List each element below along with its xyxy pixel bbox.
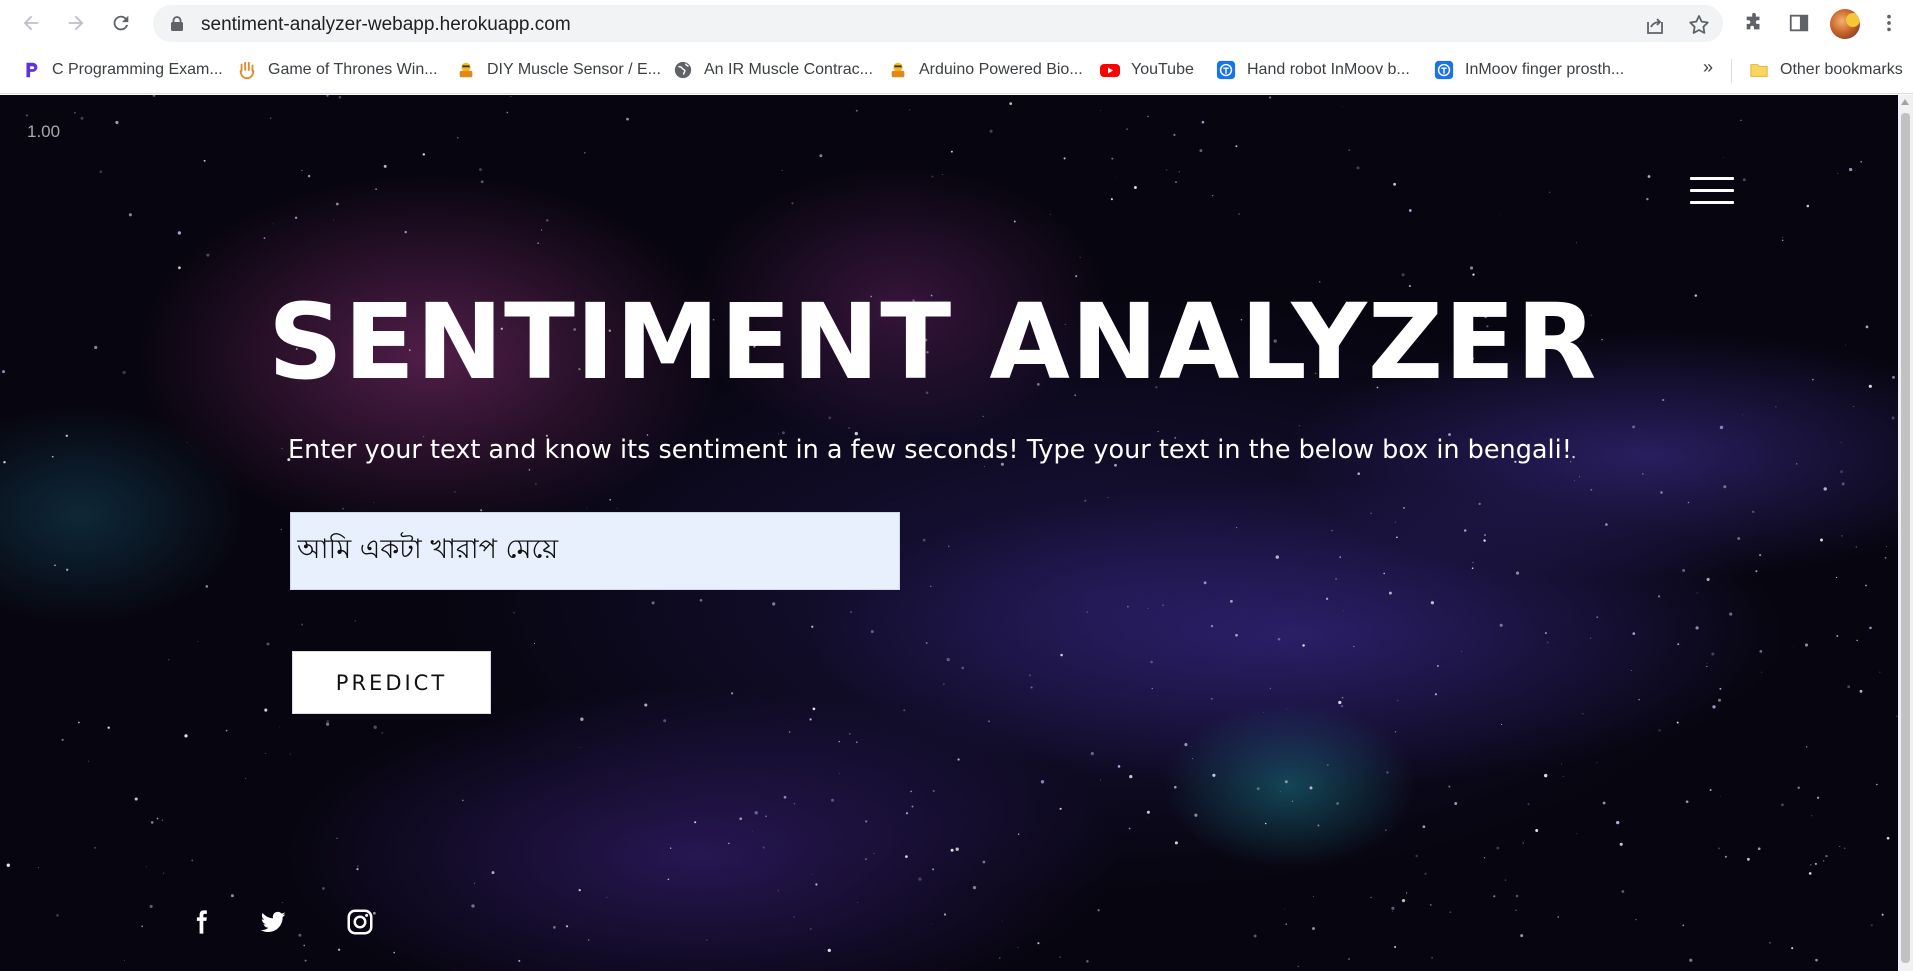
bookmark-item[interactable]: An IR Muscle Contrac... [672,57,873,83]
page-title: SENTIMENT ANALYZER [268,281,1598,403]
forward-button[interactable] [61,8,91,38]
sentiment-text-input[interactable] [290,512,900,590]
reload-button[interactable] [106,8,136,38]
scroll-up-icon[interactable] [1901,99,1909,105]
youtube-icon [1099,59,1121,81]
address-bar[interactable]: sentiment-analyzer-webapp.herokuapp.com [153,5,1723,42]
folder-icon [1748,59,1770,81]
bookmark-label: C Programming Exam... [52,61,223,78]
inmoov-icon [1215,59,1237,81]
side-panel-button[interactable] [1786,10,1812,36]
more-vertical-icon [1887,14,1891,32]
bookmark-item[interactable]: C Programming Exam... [20,57,223,83]
browser-toolbar: sentiment-analyzer-webapp.herokuapp.com [0,0,1913,47]
globe-icon [672,59,694,81]
hand-icon [236,59,258,81]
back-arrow-icon [23,15,39,31]
other-bookmarks-label: Other bookmarks [1780,61,1903,78]
bookmark-item[interactable]: YouTube [1099,57,1194,83]
profile-avatar[interactable] [1830,9,1860,39]
url-text: sentiment-analyzer-webapp.herokuapp.com [201,14,571,35]
bookmark-item[interactable]: Game of Thrones Win... [236,57,438,83]
bookmark-label: Arduino Powered Bio... [919,61,1083,78]
back-button[interactable] [16,8,46,38]
forward-arrow-icon [68,15,84,31]
bookmark-item[interactable]: Arduino Powered Bio... [887,57,1083,83]
twitter-icon[interactable] [256,905,290,939]
bookmark-item[interactable]: InMoov finger prosth... [1433,57,1624,83]
starfield-background [2,95,1898,968]
other-bookmarks[interactable]: Other bookmarks [1748,57,1903,83]
bookmark-label: Hand robot InMoov b... [1247,61,1410,78]
extensions-button[interactable] [1741,10,1767,36]
scrollbar-thumb[interactable] [1901,113,1910,963]
page-hero: 1.00 SENTIMENT ANALYZER Enter your text … [0,95,1898,971]
bookmark-label: InMoov finger prosth... [1465,61,1625,78]
instructables-icon [887,59,909,81]
inmoov-icon [1433,59,1455,81]
instagram-icon[interactable] [343,905,377,939]
hamburger-menu-icon[interactable] [1690,177,1734,209]
bookmark-item[interactable]: DIY Muscle Sensor / E... [455,57,661,83]
predict-button[interactable]: PREDICT [292,651,491,714]
instructables-icon [455,59,477,81]
bookmark-label: DIY Muscle Sensor / E... [487,61,661,78]
bookmark-label: Game of Thrones Win... [268,61,438,78]
bookmarks-separator [1731,59,1732,83]
bookmarks-bar: C Programming Exam... Game of Thrones Wi… [0,47,1913,94]
facebook-icon[interactable] [184,905,218,939]
side-panel-icon [1789,14,1809,32]
puzzle-icon [1746,12,1760,30]
page-subtitle: Enter your text and know its sentiment i… [288,435,1572,465]
lock-icon [171,16,183,31]
bookmarks-overflow-button[interactable]: » [1703,57,1713,78]
bookmark-item[interactable]: Hand robot InMoov b... [1215,57,1410,83]
programiz-icon [20,59,42,81]
version-label: 1.00 [27,122,61,141]
bookmark-label: An IR Muscle Contrac... [704,61,873,78]
bookmark-label: YouTube [1131,61,1194,78]
share-icon[interactable] [1643,13,1667,37]
reload-icon [113,15,129,31]
page-scrollbar[interactable] [1898,95,1913,971]
menu-button[interactable] [1876,10,1902,36]
star-icon[interactable] [1687,13,1711,37]
